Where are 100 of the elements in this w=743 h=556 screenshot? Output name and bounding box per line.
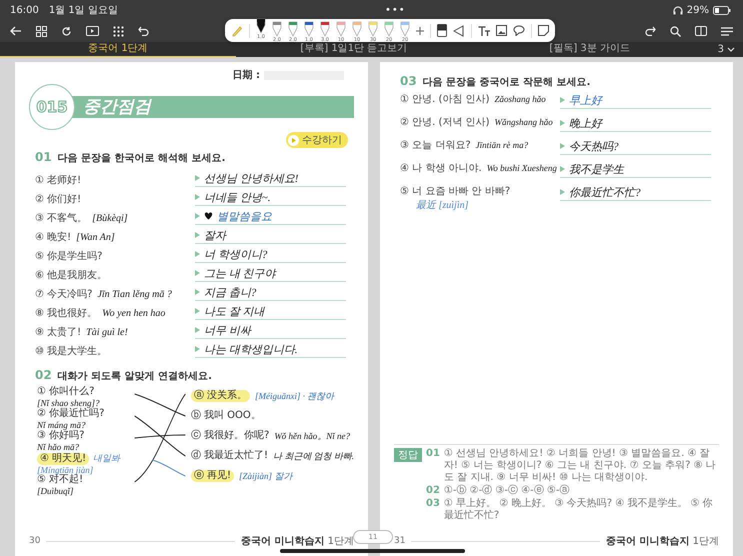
- page-number: 30: [29, 536, 40, 546]
- handwritten-answer: 나도 잘 지내: [204, 304, 264, 318]
- handwritten-answer: 그는 내 친구야: [204, 266, 276, 280]
- handwritten-pinyin: Wǎngshang hǎo: [494, 117, 553, 127]
- triangle-bullet-icon: [195, 232, 200, 238]
- handwritten-pinyin: [Bùkèqi]: [92, 212, 128, 224]
- question-text: ⑦ 今天冷吗?: [35, 288, 92, 301]
- battery-icon: [712, 6, 731, 14]
- dialogue-phrase: ⓔ 再见!: [190, 470, 234, 482]
- handwritten-pinyin: Nǐ hǎo mā?: [37, 442, 80, 452]
- book-title: 중국어 미니학습지 1단계: [240, 535, 354, 548]
- handwritten-answer: 今天热吗?: [569, 140, 618, 154]
- handwritten-note: 내일봐: [93, 452, 120, 465]
- handwritten-answer: 너네들 안녕~.: [204, 190, 270, 204]
- question-text: ⑥ 他是我朋友。: [35, 268, 108, 282]
- document-tab[interactable]: [필독] 3분 가이드: [472, 42, 708, 57]
- eraser-icon[interactable]: [437, 24, 447, 37]
- play-icon: [288, 134, 299, 146]
- triangle-bullet-icon: [560, 97, 565, 103]
- triangle-bullet-icon: [195, 251, 200, 257]
- status-time: 16:00: [10, 4, 39, 16]
- question-text: ⑩ 我是大学生。: [35, 344, 108, 358]
- section-instruction: 대화가 되도록 알맞게 연결하세요.: [58, 370, 212, 383]
- handwritten-pinyin: Jīn Tian lěng mā ?: [97, 288, 172, 300]
- dialogue-phrase: ⓐ 没关系。: [190, 390, 250, 402]
- triangle-bullet-icon: [195, 346, 200, 352]
- dialogue-phrase: ③ 你好吗?: [37, 430, 84, 442]
- handwritten-pinyin: [Duìbuqǐ]: [37, 486, 75, 496]
- answer-key-number: 03: [426, 498, 440, 509]
- back-arrow-icon[interactable]: [10, 26, 22, 36]
- answer-key-label: 정답: [394, 448, 422, 462]
- answer-key-text: ① 선생님 안녕하세요! ② 너희들 안녕! ③ 별말씀을요. ④ 잘 자! ⑤ 너는 학생이니? ⑥ 그는 내 친구야. ⑦ 오늘 추워? ⑧ 나도 잘 지내. ⑨ 너무 비싸! ⑩ 나는 대학생이야.: [444, 448, 717, 484]
- handwritten-pinyin: Zǎoshang hǎo: [494, 94, 546, 104]
- document-tab[interactable]: 중국어 1단계: [0, 42, 236, 57]
- triangle-bullet-icon: [195, 289, 200, 295]
- question-text: ③ 오늘 더워요?: [400, 139, 471, 152]
- handwritten-answer: 我不是学生: [569, 162, 624, 176]
- handwritten-answer: 晚上好: [569, 116, 602, 130]
- apps-grid-icon[interactable]: [113, 26, 124, 36]
- play-lecture-button[interactable]: 수강하기: [286, 132, 348, 148]
- handwritten-pinyin: Jīntiān rè ma?: [476, 140, 528, 150]
- handwritten-answer: 별말씀을요: [217, 210, 272, 224]
- triangle-bullet-icon: [560, 166, 565, 172]
- answer-key-number: 02: [426, 485, 440, 496]
- triangle-bullet-icon: [195, 213, 200, 219]
- date-label: 日期 :: [232, 68, 260, 82]
- thumbnail-grid-icon[interactable]: [36, 26, 47, 36]
- triangle-bullet-icon: [560, 143, 565, 149]
- question-text: ① 老师好!: [35, 174, 82, 187]
- sidebar-panel-icon[interactable]: [695, 26, 707, 36]
- answer-key-text: ① 早上好。 ② 晚上好。 ③ 今天热吗? ④ 我不是学生。 ⑤ 你最近忙不忙?: [444, 498, 714, 522]
- handwritten-pinyin: [Nǐ shao sheng]?: [37, 398, 101, 408]
- section-number: 03: [400, 74, 417, 88]
- chevron-down-icon[interactable]: [727, 47, 735, 52]
- menu-icon[interactable]: [721, 26, 733, 36]
- handwritten-pinyin: Wo bushi Xuesheng: [486, 163, 557, 173]
- tab-count[interactable]: 3: [718, 44, 724, 55]
- handwritten-answer: 잘자: [204, 228, 226, 242]
- triangle-bullet-icon: [195, 308, 200, 314]
- status-date: 1월 1일 일요일: [48, 4, 118, 17]
- question-text: ⑨ 太贵了!: [35, 326, 82, 339]
- speech-bubble-icon[interactable]: [513, 25, 525, 36]
- redo-icon[interactable]: [645, 26, 656, 36]
- handwritten-pinyin: Tài guì le!: [86, 326, 128, 338]
- triangle-bullet-icon: [560, 189, 565, 195]
- section-instruction: 다음 문장을 한국어로 해석해 보세요.: [58, 152, 226, 165]
- triangle-bullet-icon: [560, 120, 565, 126]
- undo-icon[interactable]: [138, 26, 149, 36]
- section-number: 02: [35, 368, 52, 382]
- question-text: ⑧ 我也很好。: [35, 306, 98, 320]
- lesson-number-badge: 015: [29, 84, 75, 130]
- document-tab[interactable]: [부록] 1일1단 듣고보기: [236, 42, 472, 57]
- section-instruction: 다음 문장을 중국어로 작문해 보세요.: [422, 76, 590, 89]
- handwritten-pinyin: [Wan An]: [76, 232, 115, 242]
- search-icon[interactable]: [670, 26, 681, 36]
- handwritten-pinyin: Wo yen hen hao: [102, 308, 166, 318]
- dialogue-phrase: ① 你叫什么?: [37, 386, 94, 398]
- handwritten-note: [Zàijiàn] 잘가: [239, 470, 292, 482]
- text-tool-icon[interactable]: [478, 26, 490, 36]
- handwritten-answer: 你最近忙不忙?: [569, 186, 640, 200]
- dialogue-phrase: ④ 明天见!: [37, 452, 90, 464]
- plus-icon[interactable]: [416, 26, 424, 34]
- handwritten-pinyin: [Míngtiān jiàn]: [37, 465, 94, 475]
- handwritten-answer: 너 학생이니?: [204, 248, 268, 262]
- question-text: ③ 不客气。: [35, 212, 88, 225]
- handwritten-note: [Méiguānxi] · 괜찮아: [255, 390, 334, 402]
- handwritten-answer: 지금 춥니?: [204, 286, 256, 300]
- sticky-note-icon[interactable]: [538, 25, 549, 36]
- battery-percent: 29%: [686, 4, 709, 16]
- dialogue-phrase: ⑤ 对不起!: [37, 474, 84, 486]
- play-screen-icon[interactable]: [86, 26, 99, 36]
- handwritten-pinyin: Nǐ máng mā?: [37, 420, 87, 430]
- handwritten-note: 나 최근에 엄청 바빠.: [273, 450, 354, 462]
- question-text: ② 你们好!: [35, 193, 82, 206]
- triangle-bullet-icon: [195, 175, 200, 181]
- image-icon[interactable]: [496, 25, 507, 36]
- dialogue-phrase: ② 你最近忙吗?: [37, 408, 104, 420]
- triangle-bullet-icon: [195, 270, 200, 276]
- multitask-dots[interactable]: •••: [384, 4, 406, 16]
- handwritten-answer: 早上好: [569, 94, 602, 108]
